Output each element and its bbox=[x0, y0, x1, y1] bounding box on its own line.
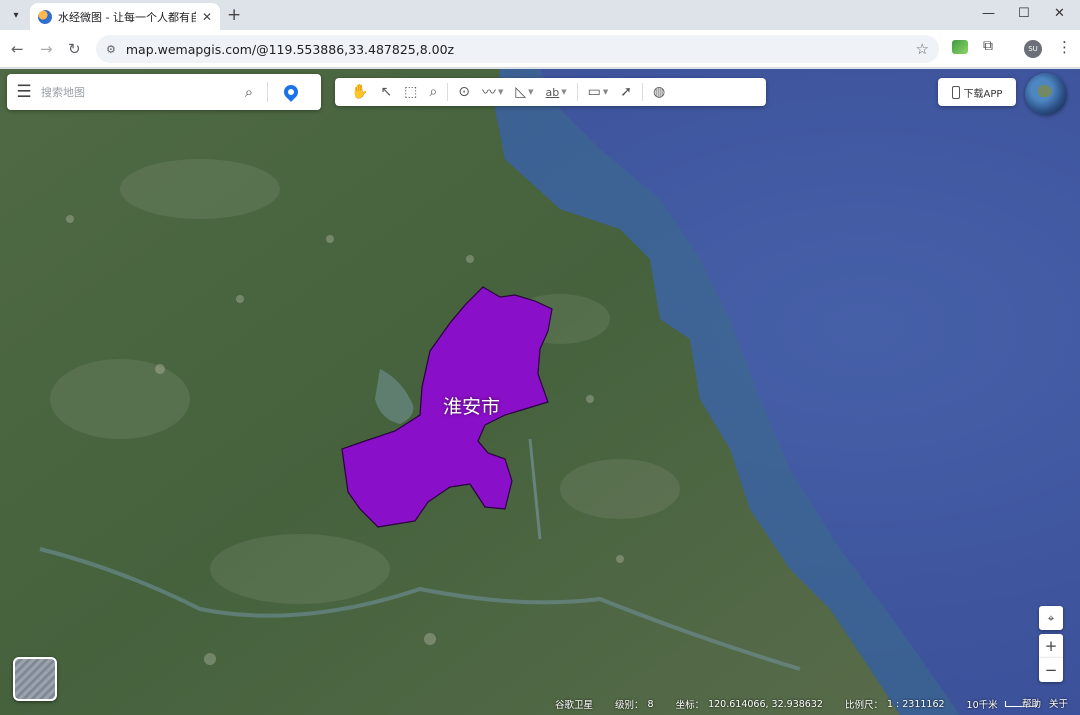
marker-icon[interactable]: ⊙ bbox=[452, 78, 476, 106]
window-minimize-button[interactable]: — bbox=[982, 6, 995, 21]
region-label: 淮安市 bbox=[443, 396, 501, 418]
back-arrow-icon[interactable]: ← bbox=[11, 40, 24, 58]
address-bar[interactable]: ⚙ map.wemapgis.com/@119.553886,33.487825… bbox=[96, 35, 939, 63]
zoom-in-button[interactable]: + bbox=[1039, 634, 1063, 658]
map-canvas[interactable]: ☰ ⌕ ✋ ↖ ⬚ ⌕ ⊙ 〰▼ ◺▼ ab▼ ▭▼ ➚ ◍ 下载APP 淮安市… bbox=[0, 69, 1080, 715]
map-status-bar: 谷歌卫星 级别： 8 坐标： 120.614066, 32.938632 比例尺： 1… bbox=[555, 696, 1041, 712]
toolbar-divider bbox=[447, 83, 449, 101]
bookmark-star-icon[interactable]: ☆ bbox=[916, 40, 929, 58]
map-toolbar: ✋ ↖ ⬚ ⌕ ⊙ 〰 ▼ ◺ ▼ ab ▼ ▭ ▼ ➚ ◍ bbox=[335, 78, 766, 106]
text-tool-label: ab bbox=[545, 85, 560, 99]
layer-name: 谷歌卫星 bbox=[555, 700, 594, 711]
tab-close-icon[interactable]: ✕ bbox=[202, 10, 212, 24]
select-arrow-icon[interactable]: ↖ bbox=[374, 78, 398, 106]
profile-avatar[interactable]: SU bbox=[1024, 40, 1042, 58]
browser-toolbar: ← → ↻ ⚙ map.wemapgis.com/@119.553886,33.… bbox=[0, 30, 1080, 68]
location-pin-button[interactable] bbox=[268, 82, 314, 102]
window-maximize-button[interactable]: ☐ bbox=[1018, 6, 1030, 21]
layer-switcher-thumbnail[interactable] bbox=[13, 657, 57, 701]
download-app-button[interactable]: 下载APP bbox=[938, 78, 1016, 106]
locate-crosshair-icon[interactable]: ⌖ bbox=[1039, 606, 1063, 630]
measure-ruler-icon[interactable]: ▭ ▼ bbox=[582, 78, 615, 106]
zoom-query-icon[interactable]: ⌕ bbox=[423, 78, 443, 106]
toolbar-divider bbox=[642, 83, 644, 101]
zoom-level-value: 8 bbox=[647, 698, 654, 710]
coordinate-value: 120.614066, 32.938632 bbox=[708, 698, 823, 710]
download-app-label: 下载APP bbox=[963, 88, 1003, 100]
new-tab-button[interactable]: + bbox=[227, 5, 241, 25]
window-close-button[interactable]: ✕ bbox=[1054, 6, 1065, 21]
footer-links: 帮助 关于 bbox=[1022, 696, 1068, 710]
search-icon[interactable]: ⌕ bbox=[231, 83, 267, 101]
phone-icon bbox=[951, 85, 960, 99]
scale-bar-label: 10千米 bbox=[966, 700, 998, 711]
3d-globe-button[interactable] bbox=[1025, 73, 1067, 115]
identify-icon[interactable]: ➚ bbox=[614, 78, 638, 106]
satellite-imagery[interactable] bbox=[0, 69, 1080, 715]
text-label-icon[interactable]: ab ▼ bbox=[540, 78, 573, 106]
pan-hand-icon[interactable]: ✋ bbox=[345, 78, 374, 106]
scale-value: 1 : 2311162 bbox=[886, 698, 945, 710]
browser-menu-icon[interactable]: ⋮ bbox=[1057, 38, 1072, 56]
zoom-level-label: 级别： bbox=[615, 700, 644, 711]
extensions-puzzle-icon[interactable]: ⧉ bbox=[983, 38, 993, 54]
extension-icon[interactable] bbox=[952, 40, 968, 54]
site-favicon-icon bbox=[38, 9, 52, 24]
hamburger-menu-icon[interactable]: ☰ bbox=[7, 82, 41, 102]
browser-tab-bar: ▾ 水经微图 - 让每一个人都有自己 ✕ + — ☐ ✕ bbox=[0, 0, 1080, 30]
about-link[interactable]: 关于 bbox=[1049, 696, 1068, 710]
tab-list-chevron-icon[interactable]: ▾ bbox=[6, 5, 26, 25]
browser-tab[interactable]: 水经微图 - 让每一个人都有自己 ✕ bbox=[30, 3, 220, 30]
coordinate-label: 坐标： bbox=[675, 700, 705, 711]
forward-arrow-icon[interactable]: → bbox=[40, 40, 53, 58]
globe-icon[interactable]: ◍ bbox=[647, 78, 671, 106]
site-settings-icon[interactable]: ⚙ bbox=[106, 43, 116, 56]
box-select-icon[interactable]: ⬚ bbox=[398, 78, 423, 106]
help-link[interactable]: 帮助 bbox=[1022, 696, 1041, 710]
url-text[interactable]: map.wemapgis.com/@119.553886,33.487825,8… bbox=[126, 42, 916, 57]
polygon-icon[interactable]: ◺ ▼ bbox=[509, 78, 539, 106]
search-panel: ☰ ⌕ bbox=[7, 74, 321, 110]
tab-title: 水经微图 - 让每一个人都有自己 bbox=[58, 10, 196, 24]
reload-icon[interactable]: ↻ bbox=[68, 40, 81, 58]
location-pin-icon bbox=[281, 82, 301, 102]
polyline-icon[interactable]: 〰 ▼ bbox=[476, 78, 509, 106]
toolbar-divider bbox=[576, 83, 578, 101]
scale-label: 比例尺： bbox=[844, 700, 883, 711]
search-input[interactable] bbox=[41, 85, 231, 99]
zoom-out-button[interactable]: − bbox=[1039, 658, 1063, 682]
